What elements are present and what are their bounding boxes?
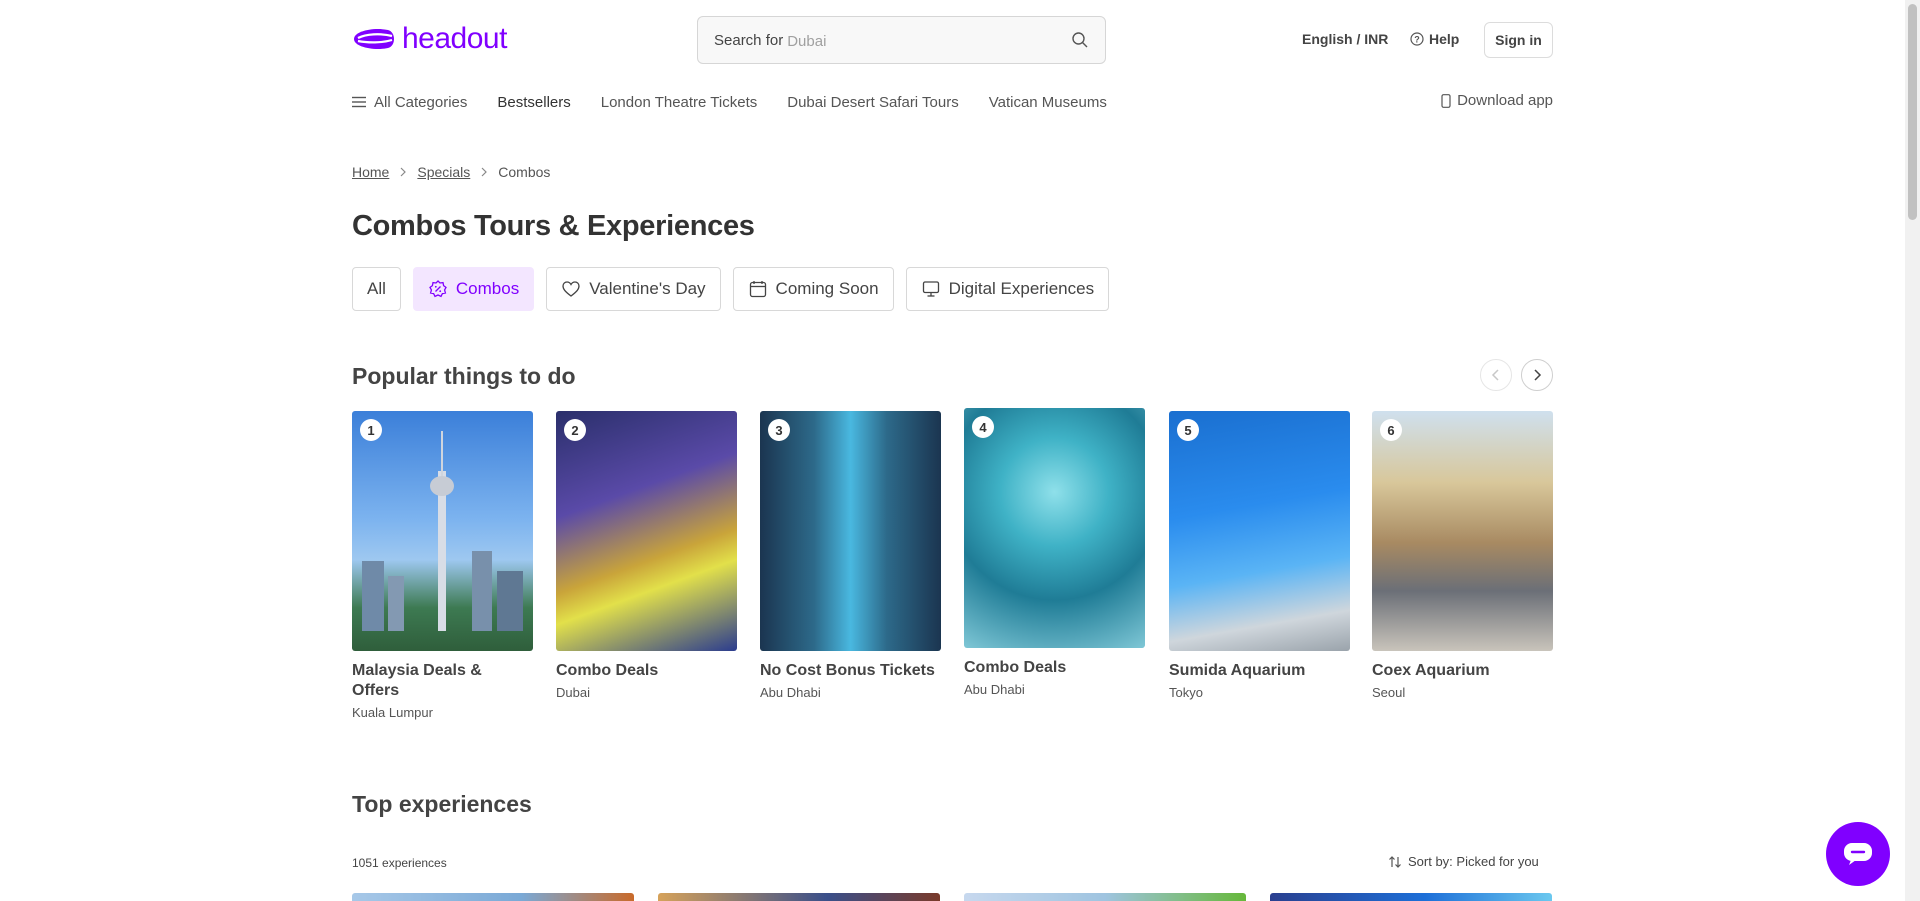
scrollbar-thumb[interactable] bbox=[1908, 4, 1917, 220]
popular-card[interactable]: 5 Sumida Aquarium Tokyo bbox=[1169, 411, 1350, 700]
sign-in-button[interactable]: Sign in bbox=[1484, 22, 1553, 58]
popular-card[interactable]: 1 Malaysia Deals & Offers Kuala Lumpur bbox=[352, 411, 533, 720]
experience-card-image[interactable] bbox=[352, 893, 634, 901]
category-nav: All Categories Bestsellers London Theatr… bbox=[352, 92, 1553, 112]
chip-all[interactable]: All bbox=[352, 267, 401, 311]
carousel-prev-button[interactable] bbox=[1480, 359, 1512, 391]
card-image: 2 bbox=[556, 411, 737, 651]
chip-digital-experiences[interactable]: Digital Experiences bbox=[905, 267, 1110, 311]
help-icon: ? bbox=[1410, 32, 1424, 46]
card-image: 5 bbox=[1169, 411, 1350, 651]
download-app-link[interactable]: Download app bbox=[1441, 92, 1553, 109]
chevron-right-icon bbox=[400, 167, 407, 177]
breadcrumb-specials[interactable]: Specials bbox=[417, 164, 470, 180]
experience-count: 1051 experiences bbox=[352, 856, 447, 870]
chip-label: Valentine's Day bbox=[589, 279, 706, 298]
card-title: Coex Aquarium bbox=[1372, 662, 1490, 679]
all-categories-label: All Categories bbox=[374, 93, 468, 111]
svg-text:?: ? bbox=[1414, 35, 1420, 45]
all-categories-menu[interactable]: All Categories bbox=[352, 94, 467, 111]
headout-logo[interactable]: headout bbox=[352, 22, 507, 56]
category-chips: All Combos Valentine's Day Coming Soon D… bbox=[352, 267, 1110, 311]
card-city: Abu Dhabi bbox=[964, 682, 1025, 697]
experience-card-image[interactable] bbox=[658, 893, 940, 901]
nav-item-dubai-desert-safari[interactable]: Dubai Desert Safari Tours bbox=[787, 94, 958, 111]
chip-label: Digital Experiences bbox=[948, 279, 1095, 298]
chip-combos[interactable]: Combos bbox=[412, 267, 535, 311]
page-scrollbar[interactable] bbox=[1905, 0, 1920, 901]
language-currency-selector[interactable]: English / INR bbox=[1302, 31, 1388, 47]
card-title: No Cost Bonus Tickets bbox=[760, 662, 935, 679]
chat-support-button[interactable] bbox=[1826, 822, 1890, 886]
card-city: Kuala Lumpur bbox=[352, 705, 433, 720]
rank-badge: 3 bbox=[768, 419, 790, 441]
card-city: Dubai bbox=[556, 685, 590, 700]
rank-badge: 2 bbox=[564, 419, 586, 441]
sort-icon bbox=[1389, 855, 1401, 868]
card-title: Sumida Aquarium bbox=[1169, 662, 1306, 679]
chip-valentines-day[interactable]: Valentine's Day bbox=[546, 267, 721, 311]
popular-card[interactable]: 2 Combo Deals Dubai bbox=[556, 411, 737, 700]
logo-text: headout bbox=[402, 22, 507, 55]
popular-card[interactable]: 4 Combo Deals Abu Dhabi bbox=[964, 408, 1145, 697]
blimp-logo-icon bbox=[354, 29, 394, 49]
card-image: 4 bbox=[964, 408, 1145, 648]
chip-label: Coming Soon bbox=[775, 279, 879, 298]
experience-card-image[interactable] bbox=[964, 893, 1246, 901]
breadcrumb-current: Combos bbox=[498, 164, 551, 180]
chip-label: All bbox=[367, 279, 386, 298]
card-title: Combo Deals bbox=[964, 659, 1067, 676]
nav-item-london-theatre[interactable]: London Theatre Tickets bbox=[601, 94, 758, 111]
card-city: Seoul bbox=[1372, 685, 1406, 700]
chevron-right-icon bbox=[1534, 369, 1542, 381]
carousel-next-button[interactable] bbox=[1521, 359, 1553, 391]
search-icon[interactable] bbox=[1071, 31, 1089, 49]
card-city: Tokyo bbox=[1169, 685, 1203, 700]
rank-badge: 1 bbox=[360, 419, 382, 441]
search-input[interactable]: Dubai bbox=[787, 33, 1071, 50]
experience-card-image[interactable] bbox=[1270, 893, 1552, 901]
sort-dropdown[interactable]: Sort by: Picked for you bbox=[1388, 854, 1539, 869]
breadcrumb: Home Specials Combos bbox=[352, 164, 550, 180]
search-bar[interactable]: Search for Dubai bbox=[697, 16, 1106, 64]
card-title: Malaysia Deals & Offers bbox=[352, 662, 482, 699]
card-image: 3 bbox=[760, 411, 941, 651]
popular-card[interactable]: 3 No Cost Bonus Tickets Abu Dhabi bbox=[760, 411, 941, 700]
help-link[interactable]: ? Help bbox=[1410, 31, 1459, 47]
badge-icon bbox=[429, 280, 447, 298]
card-image: 6 bbox=[1372, 411, 1553, 651]
phone-icon bbox=[1441, 93, 1451, 108]
chat-bubble-icon bbox=[1844, 843, 1872, 865]
monitor-icon bbox=[922, 281, 939, 297]
chevron-right-icon bbox=[481, 167, 488, 177]
card-title: Combo Deals bbox=[556, 662, 659, 679]
breadcrumb-home[interactable]: Home bbox=[352, 164, 389, 180]
chip-label: Combos bbox=[455, 279, 520, 298]
chip-coming-soon[interactable]: Coming Soon bbox=[732, 267, 894, 311]
rank-badge: 4 bbox=[972, 416, 994, 438]
calendar-icon bbox=[749, 281, 766, 298]
header: headout Search for Dubai English / INR ?… bbox=[352, 16, 1553, 66]
rank-badge: 5 bbox=[1177, 419, 1199, 441]
card-city: Abu Dhabi bbox=[760, 685, 821, 700]
chevron-left-icon bbox=[1491, 369, 1499, 381]
page-title: Combos Tours & Experiences bbox=[352, 210, 755, 242]
hamburger-icon bbox=[352, 96, 366, 108]
popular-section-title: Popular things to do bbox=[352, 363, 576, 389]
experience-thumbnails bbox=[352, 893, 1553, 901]
rank-badge: 6 bbox=[1380, 419, 1402, 441]
popular-cards: 1 Malaysia Deals & Offers Kuala Lumpur 2… bbox=[352, 408, 1553, 731]
card-image: 1 bbox=[352, 411, 533, 651]
sort-label: Sort by: Picked for you bbox=[1408, 854, 1539, 869]
top-experiences-title: Top experiences bbox=[352, 791, 532, 817]
help-label: Help bbox=[1429, 31, 1460, 47]
search-label: Search for bbox=[714, 31, 784, 49]
heart-icon bbox=[562, 281, 580, 297]
nav-item-bestsellers[interactable]: Bestsellers bbox=[497, 94, 570, 111]
download-app-label: Download app bbox=[1457, 92, 1553, 109]
nav-item-vatican-museums[interactable]: Vatican Museums bbox=[989, 94, 1107, 111]
popular-card[interactable]: 6 Coex Aquarium Seoul bbox=[1372, 411, 1553, 700]
